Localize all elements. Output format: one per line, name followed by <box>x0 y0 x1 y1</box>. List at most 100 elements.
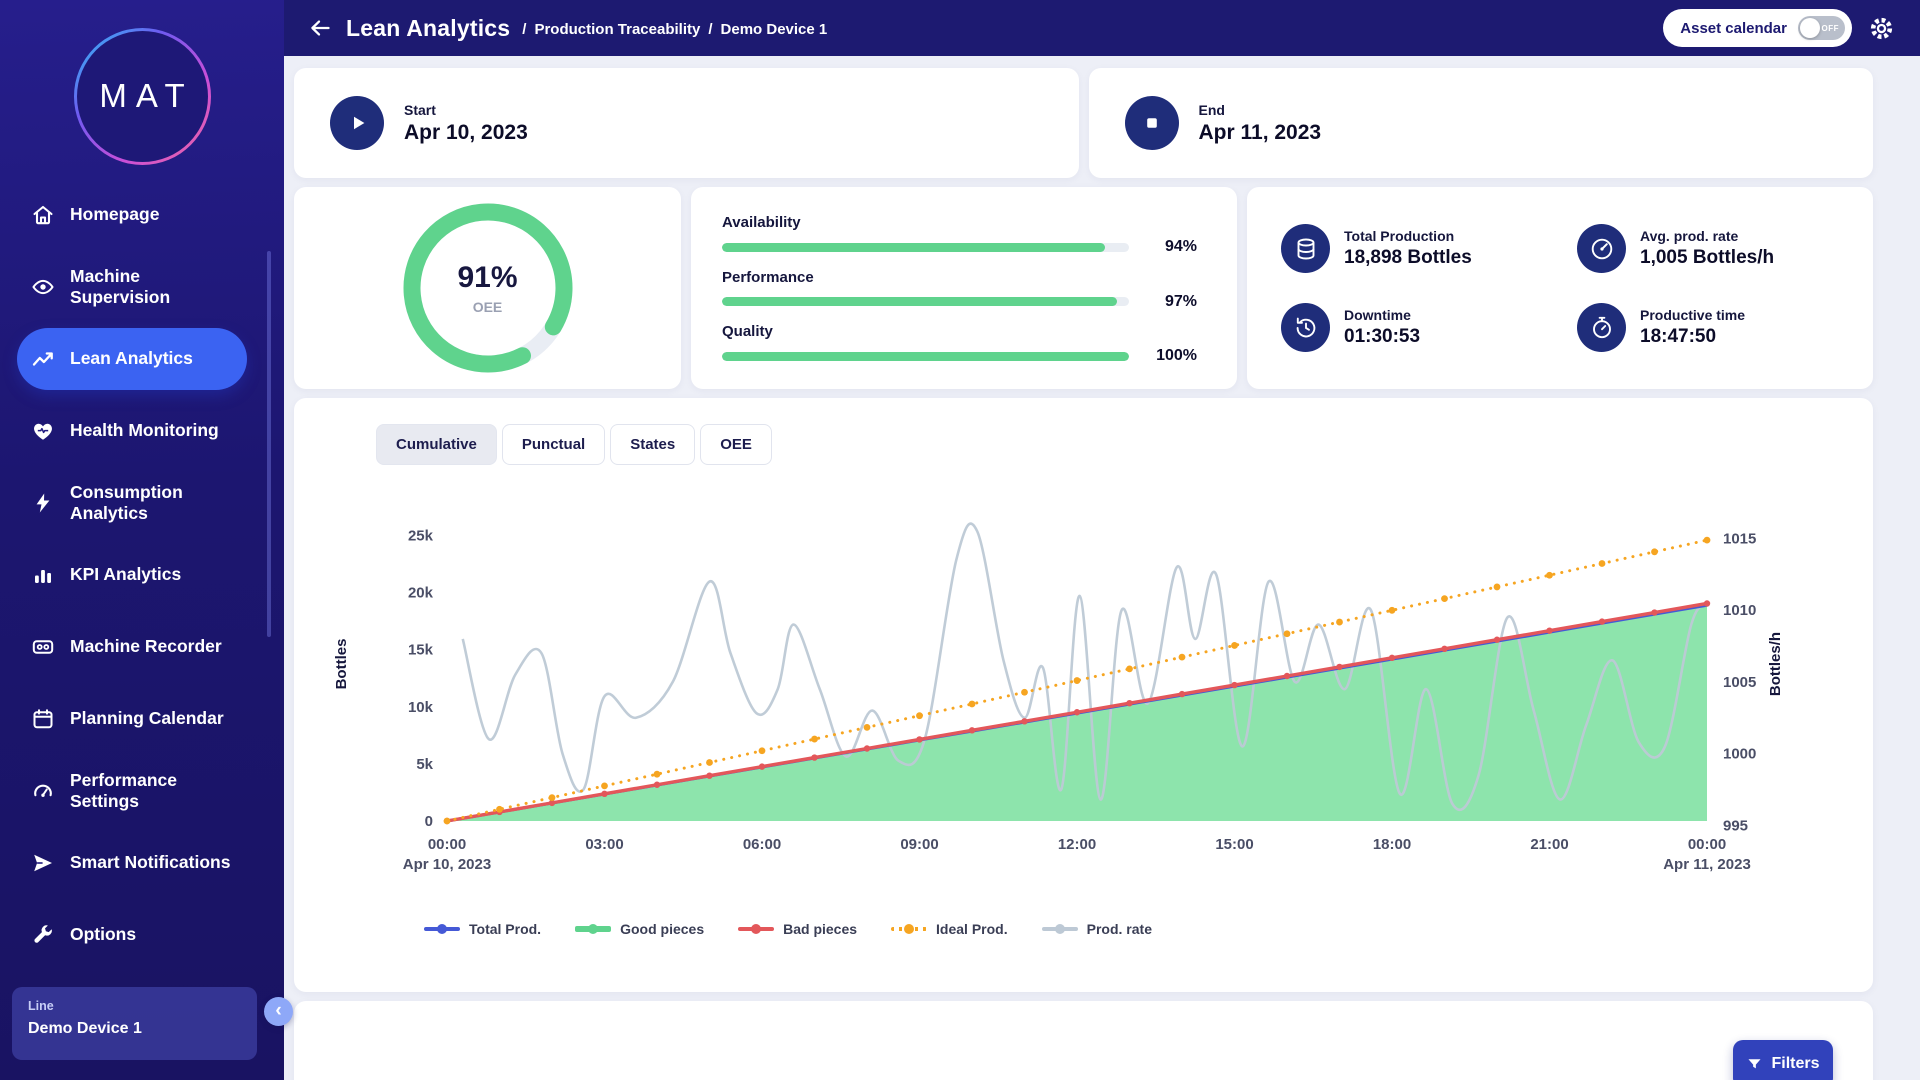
breadcrumb-separator: / <box>522 21 526 38</box>
legend-bad-pieces[interactable]: Bad pieces <box>738 921 857 937</box>
header-right: Asset calendar OFF <box>1663 9 1894 47</box>
sidebar-item-label: Machine Recorder <box>70 636 232 657</box>
sidebar-nav: Homepage Machine Supervision Lean Analyt… <box>0 170 284 966</box>
start-date: Apr 10, 2023 <box>404 121 528 145</box>
stat-total-production: Total Production 18,898 Bottles <box>1281 224 1577 273</box>
oee-value: 91% <box>457 261 517 295</box>
asset-calendar-toggle[interactable]: OFF <box>1798 16 1845 40</box>
svg-text:Bottles/h: Bottles/h <box>1767 632 1784 696</box>
svg-text:1015: 1015 <box>1723 531 1756 548</box>
tab-states[interactable]: States <box>610 424 695 465</box>
sidebar-item-health-monitoring[interactable]: Health Monitoring <box>17 400 247 462</box>
recorder-icon <box>31 635 55 659</box>
metric-label: Performance <box>722 269 1197 286</box>
svg-text:21:00: 21:00 <box>1530 836 1568 853</box>
filters-button-label: Filters <box>1771 1055 1819 1073</box>
svg-text:Bottles: Bottles <box>333 639 350 690</box>
sidebar-item-label: Lean Analytics <box>70 348 232 369</box>
sidebar-item-kpi-analytics[interactable]: KPI Analytics <box>17 544 247 606</box>
svg-text:06:00: 06:00 <box>743 836 781 853</box>
svg-text:5k: 5k <box>416 756 433 773</box>
filter-funnel-icon <box>1746 1056 1763 1073</box>
svg-text:Apr 11, 2023: Apr 11, 2023 <box>1663 856 1751 873</box>
stat-value: 01:30:53 <box>1344 326 1420 348</box>
sidebar-item-machine-recorder[interactable]: Machine Recorder <box>17 616 247 678</box>
sidebar-item-label: Smart Notifications <box>70 852 232 873</box>
asset-calendar-label: Asset calendar <box>1680 20 1787 37</box>
stat-label: Productive time <box>1640 307 1745 323</box>
wrench-icon <box>31 923 55 947</box>
sidebar-item-label: Options <box>70 924 232 945</box>
svg-text:0: 0 <box>425 813 433 830</box>
svg-text:15k: 15k <box>408 642 434 659</box>
legend-label: Total Prod. <box>469 921 541 937</box>
sidebar-item-label: Performance Settings <box>70 770 232 813</box>
sidebar: MAT Homepage Machine Supervision Lean An… <box>0 0 284 1080</box>
legend-swatch-total-prod <box>424 927 460 931</box>
legend-swatch-good-pieces <box>575 926 611 932</box>
sidebar-item-smart-notifications[interactable]: Smart Notifications <box>17 832 247 894</box>
sidebar-scrollbar[interactable] <box>267 251 271 637</box>
svg-text:18:00: 18:00 <box>1373 836 1411 853</box>
legend-good-pieces[interactable]: Good pieces <box>575 921 704 937</box>
sidebar-item-performance-settings[interactable]: Performance Settings <box>17 760 247 822</box>
sidebar-item-label: Consumption Analytics <box>70 482 232 525</box>
sidebar-item-machine-supervision[interactable]: Machine Supervision <box>17 256 247 318</box>
sidebar-item-planning-calendar[interactable]: Planning Calendar <box>17 688 247 750</box>
filters-button[interactable]: Filters <box>1733 1040 1833 1080</box>
chart-card: Cumulative Punctual States OEE 05k10k15k… <box>294 398 1873 992</box>
sidebar-item-label: Planning Calendar <box>70 708 232 729</box>
svg-text:1010: 1010 <box>1723 602 1756 619</box>
chart-legend: Total Prod. Good pieces Bad pieces Ideal… <box>424 921 1855 937</box>
metric-value: 94% <box>1145 238 1197 256</box>
line-selector[interactable]: Line Demo Device 1 <box>12 987 257 1060</box>
stat-label: Total Production <box>1344 228 1472 244</box>
history-clock-icon <box>1281 303 1330 352</box>
sidebar-item-homepage[interactable]: Homepage <box>17 184 247 246</box>
svg-text:00:00: 00:00 <box>1688 836 1726 853</box>
sidebar-item-options[interactable]: Options <box>17 904 247 966</box>
oee-gauge: 91% OEE <box>388 188 588 388</box>
header: Lean Analytics / Production Traceability… <box>284 0 1920 56</box>
metric-quality: Quality 100% <box>722 323 1197 365</box>
tab-cumulative[interactable]: Cumulative <box>376 424 497 465</box>
stopwatch-icon <box>1577 303 1626 352</box>
sidebar-item-consumption-analytics[interactable]: Consumption Analytics <box>17 472 247 534</box>
stats-card: Total Production 18,898 Bottles Avg. pro… <box>1247 187 1873 389</box>
toggle-state-label: OFF <box>1822 24 1840 33</box>
svg-text:995: 995 <box>1723 817 1748 834</box>
tab-oee[interactable]: OEE <box>700 424 772 465</box>
progress-fill <box>722 243 1105 252</box>
legend-swatch-bad-pieces <box>738 927 774 931</box>
line-selector-label: Line <box>28 999 241 1013</box>
legend-label: Bad pieces <box>783 921 857 937</box>
stat-value: 18,898 Bottles <box>1344 247 1472 269</box>
speedometer-icon <box>1577 224 1626 273</box>
toggle-knob <box>1800 18 1820 38</box>
oee-gauge-card: 91% OEE <box>294 187 681 389</box>
breadcrumb-production-traceability[interactable]: Production Traceability <box>534 21 700 38</box>
svg-text:25k: 25k <box>408 528 434 545</box>
logo-ring: MAT <box>74 28 211 165</box>
tab-punctual[interactable]: Punctual <box>502 424 605 465</box>
asset-calendar-pill: Asset calendar OFF <box>1663 9 1852 47</box>
sidebar-item-label: Homepage <box>70 204 232 225</box>
play-icon <box>330 96 384 150</box>
metric-label: Quality <box>722 323 1197 340</box>
bolt-icon <box>31 491 55 515</box>
legend-swatch-ideal-prod <box>891 927 927 931</box>
back-arrow-icon[interactable] <box>306 14 334 42</box>
sidebar-item-lean-analytics[interactable]: Lean Analytics <box>17 328 247 390</box>
chart-tabs: Cumulative Punctual States OEE <box>376 424 1855 465</box>
legend-ideal-prod[interactable]: Ideal Prod. <box>891 921 1008 937</box>
breadcrumb-demo-device[interactable]: Demo Device 1 <box>721 21 828 38</box>
progress-fill <box>722 352 1129 361</box>
end-label: End <box>1199 102 1322 118</box>
oee-label: OEE <box>473 299 503 315</box>
legend-label: Good pieces <box>620 921 704 937</box>
svg-text:00:00: 00:00 <box>428 836 466 853</box>
legend-prod-rate[interactable]: Prod. rate <box>1042 921 1152 937</box>
legend-total-prod[interactable]: Total Prod. <box>424 921 541 937</box>
gear-icon[interactable] <box>1868 15 1894 41</box>
sidebar-collapse-button[interactable]: ‹ <box>264 997 293 1026</box>
